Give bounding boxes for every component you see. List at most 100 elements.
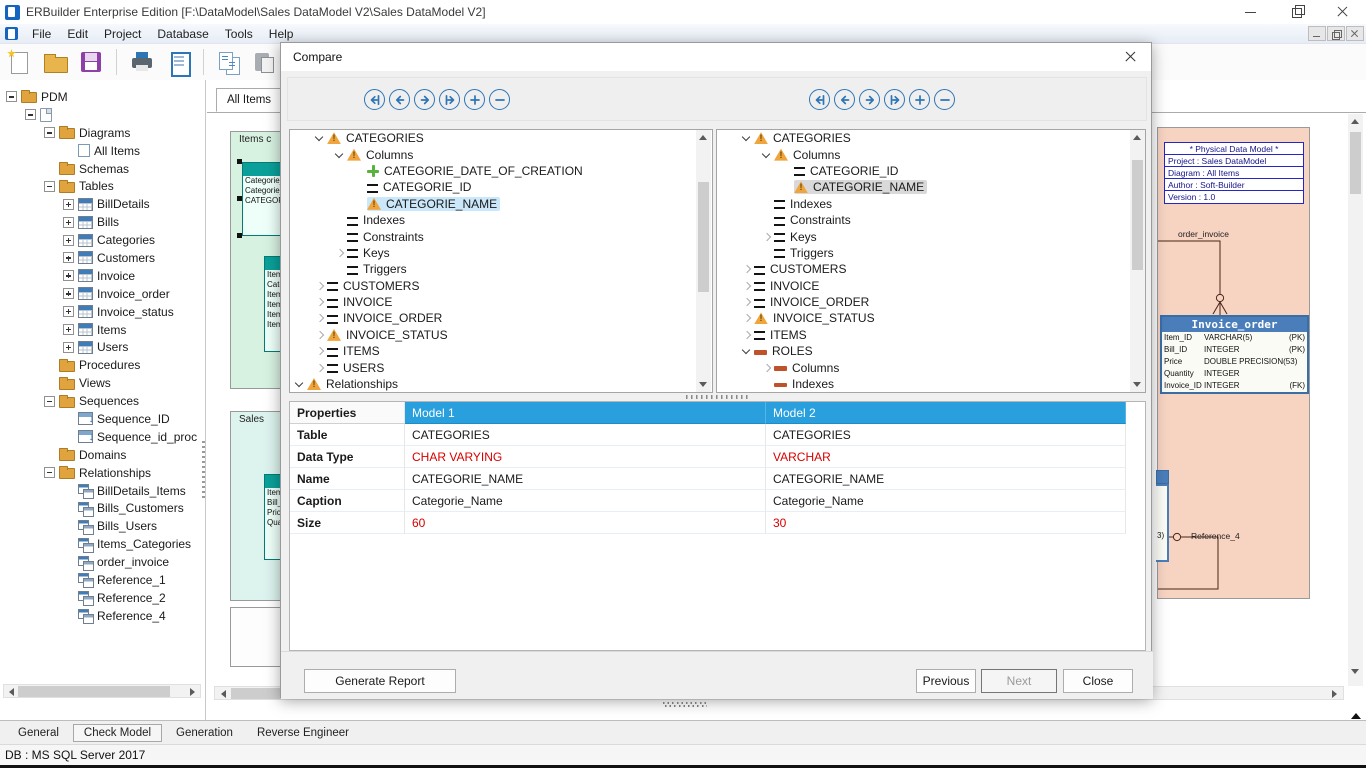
- scroll-left-icon[interactable]: [9, 688, 14, 696]
- tree-item[interactable]: All Items: [2, 142, 202, 160]
- tree-item[interactable]: Invoice_status: [2, 303, 202, 321]
- bottom-tab-check-model[interactable]: Check Model: [73, 724, 162, 742]
- compare-tree-item[interactable]: CATEGORIE_DATE_OF_CREATION: [290, 163, 712, 179]
- compare-tree-item[interactable]: CATEGORIE_ID: [290, 179, 712, 195]
- compare-tree-item[interactable]: CATEGORIES: [717, 130, 1145, 146]
- expander-minus-icon[interactable]: [25, 109, 36, 120]
- tree-item[interactable]: Schemas: [2, 160, 202, 178]
- compare-tree-item[interactable]: Indexes: [290, 212, 712, 228]
- tree-item[interactable]: Items_Categories: [2, 535, 202, 553]
- tree-item[interactable]: Diagrams: [2, 124, 202, 142]
- tree-item[interactable]: Bills: [2, 213, 202, 231]
- selection-handle[interactable]: [237, 233, 242, 238]
- chevron-down-icon[interactable]: [315, 133, 323, 141]
- expander-plus-icon[interactable]: [63, 199, 74, 210]
- compare-tree-item[interactable]: INVOICE_ORDER: [717, 294, 1145, 310]
- selection-handle[interactable]: [237, 196, 242, 201]
- compare-tree-item[interactable]: INVOICE: [717, 278, 1145, 294]
- nav-first-icon[interactable]: [364, 89, 385, 110]
- chevron-right-icon[interactable]: [763, 232, 771, 240]
- menu-item-edit[interactable]: Edit: [59, 24, 96, 44]
- canvas-vertical-scrollbar[interactable]: [1348, 114, 1363, 686]
- model2-tree-scrollbar[interactable]: [1130, 130, 1145, 392]
- chevron-down-icon[interactable]: [762, 149, 770, 157]
- menu-item-project[interactable]: Project: [96, 24, 149, 44]
- scroll-up-icon[interactable]: [699, 135, 707, 140]
- nav-collapse-icon[interactable]: [934, 89, 955, 110]
- tree-item[interactable]: Domains: [2, 446, 202, 464]
- restore-icon[interactable]: [1274, 0, 1320, 24]
- expander-minus-icon[interactable]: [44, 181, 55, 192]
- dialog-close-icon[interactable]: [1117, 47, 1143, 67]
- tree-item[interactable]: Reference_2: [2, 589, 202, 607]
- compare-tree-item[interactable]: Columns: [290, 146, 712, 162]
- model2-tree-scroll-thumb[interactable]: [1132, 160, 1143, 270]
- expander-plus-icon[interactable]: [63, 217, 74, 228]
- compare-tree-item[interactable]: USERS: [290, 359, 712, 375]
- chevron-down-icon[interactable]: [335, 149, 343, 157]
- compare-tree-item[interactable]: CATEGORIE_ID: [717, 163, 1145, 179]
- nav-last-icon[interactable]: [439, 89, 460, 110]
- compare-tree-item[interactable]: Keys: [717, 228, 1145, 244]
- bottom-panel-grip[interactable]: [663, 702, 707, 707]
- chevron-down-icon[interactable]: [295, 379, 303, 387]
- tree-item[interactable]: Invoice: [2, 267, 202, 285]
- bottom-tab-reverse-engineer[interactable]: Reverse Engineer: [247, 725, 359, 741]
- chevron-right-icon[interactable]: [336, 249, 344, 257]
- new-file-icon[interactable]: [6, 49, 32, 75]
- model1-tree-scrollbar[interactable]: [696, 130, 711, 392]
- sidebar-horizontal-scrollbar[interactable]: [3, 684, 201, 698]
- minimize-icon[interactable]: [1228, 0, 1274, 24]
- scroll-up-icon[interactable]: [1133, 135, 1141, 140]
- tree-item[interactable]: Bills_Users: [2, 517, 202, 535]
- menu-item-help[interactable]: Help: [261, 24, 302, 44]
- chevron-right-icon[interactable]: [743, 265, 751, 273]
- expander-plus-icon[interactable]: [63, 235, 74, 246]
- chevron-right-icon[interactable]: [316, 363, 324, 371]
- menu-item-tools[interactable]: Tools: [217, 24, 261, 44]
- tree-item[interactable]: order_invoice: [2, 553, 202, 571]
- scroll-down-icon[interactable]: [1133, 382, 1141, 387]
- tree-item[interactable]: Relationships: [2, 464, 202, 482]
- scroll-right-icon[interactable]: [190, 688, 195, 696]
- next-button[interactable]: Next: [981, 669, 1057, 693]
- bottom-tab-general[interactable]: General: [8, 725, 69, 741]
- tree-item[interactable]: Categories: [2, 231, 202, 249]
- menu-item-file[interactable]: File: [24, 24, 59, 44]
- compare-tree-item[interactable]: Indexes: [717, 196, 1145, 212]
- nav-next-icon[interactable]: [414, 89, 435, 110]
- chevron-right-icon[interactable]: [316, 281, 324, 289]
- scroll-down-icon[interactable]: [1351, 669, 1359, 674]
- compare-tree-item[interactable]: CUSTOMERS: [717, 261, 1145, 277]
- tree-item[interactable]: Users: [2, 338, 202, 356]
- selected-tree-item[interactable]: CATEGORIE_NAME: [794, 180, 927, 194]
- nav-next-icon[interactable]: [859, 89, 880, 110]
- chevron-right-icon[interactable]: [316, 331, 324, 339]
- compare-tree-item[interactable]: Indexes: [717, 376, 1145, 392]
- open-folder-icon[interactable]: [42, 49, 68, 75]
- compare-tree-item[interactable]: INVOICE: [290, 294, 712, 310]
- expander-minus-icon[interactable]: [44, 127, 55, 138]
- report-icon[interactable]: [165, 49, 191, 75]
- compare-tree-item[interactable]: CATEGORIE_NAME: [290, 196, 712, 212]
- compare-tree-item[interactable]: INVOICE_STATUS: [290, 327, 712, 343]
- save-icon[interactable]: [78, 49, 104, 75]
- tree-item[interactable]: Reference_4: [2, 607, 202, 625]
- scroll-right-icon[interactable]: [1332, 690, 1337, 698]
- mdi-minimize-icon[interactable]: [1308, 26, 1326, 41]
- compare-tree-item[interactable]: Columns: [717, 146, 1145, 162]
- tree-item[interactable]: Sequence_ID: [2, 410, 202, 428]
- close-button[interactable]: Close: [1063, 669, 1133, 693]
- tree-item[interactable]: Sequence_id_proc: [2, 428, 202, 446]
- paste-icon[interactable]: [252, 49, 278, 75]
- diagram-tab-all-items[interactable]: All Items: [216, 88, 282, 112]
- dock-arrow-icon[interactable]: [1351, 713, 1361, 719]
- mdi-close-icon[interactable]: [1346, 26, 1364, 41]
- compare-tree-item[interactable]: ITEMS: [290, 343, 712, 359]
- compare-tree-item[interactable]: INVOICE_ORDER: [290, 310, 712, 326]
- compare-tree-item[interactable]: Constraints: [717, 212, 1145, 228]
- scroll-left-icon[interactable]: [221, 690, 226, 698]
- mdi-restore-icon[interactable]: [1327, 26, 1345, 41]
- scroll-up-icon[interactable]: [1351, 119, 1359, 124]
- expander-minus-icon[interactable]: [44, 396, 55, 407]
